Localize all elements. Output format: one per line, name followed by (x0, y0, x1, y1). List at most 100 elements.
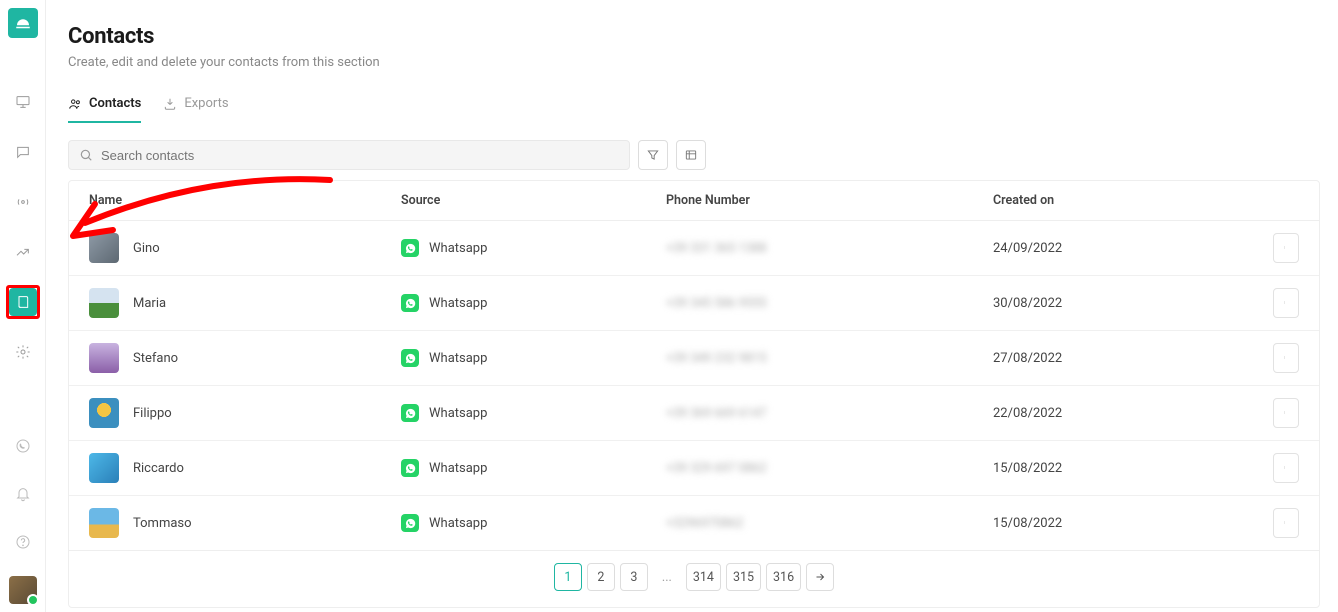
whatsapp-icon (401, 239, 419, 257)
cell-source: Whatsapp (401, 349, 666, 367)
nav-whatsapp[interactable] (9, 432, 37, 460)
row-actions-button[interactable] (1273, 453, 1299, 483)
help-icon (15, 534, 31, 550)
table-row[interactable]: Tommaso Whatsapp +3296970862 15/08/2022 (69, 496, 1319, 550)
search-input[interactable] (101, 148, 619, 163)
tab-exports[interactable]: Exports (163, 96, 228, 123)
table-row[interactable]: Filippo Whatsapp +39 369 669 6147 22/08/… (69, 386, 1319, 441)
table-row[interactable]: Riccardo Whatsapp +39 329 697 0862 15/08… (69, 441, 1319, 496)
contact-name-text: Riccardo (133, 461, 184, 476)
tab-contacts[interactable]: Contacts (68, 96, 141, 123)
nav-broadcast[interactable] (9, 188, 37, 216)
broadcast-icon (15, 194, 31, 210)
cell-source: Whatsapp (401, 514, 666, 532)
page-315[interactable]: 315 (726, 563, 761, 591)
whatsapp-icon (401, 294, 419, 312)
contact-name-text: Filippo (133, 406, 172, 421)
source-label: Whatsapp (429, 351, 487, 366)
user-avatar[interactable] (9, 576, 37, 604)
page-ellipsis: ... (653, 563, 681, 591)
bell-icon (15, 486, 31, 502)
row-actions-button[interactable] (1273, 288, 1299, 318)
contact-avatar (89, 398, 119, 428)
nav-growth[interactable] (9, 238, 37, 266)
cell-created: 15/08/2022 (993, 516, 1259, 531)
page-314[interactable]: 314 (686, 563, 721, 591)
trend-icon (15, 244, 31, 260)
source-label: Whatsapp (429, 516, 487, 531)
contact-name-text: Maria (133, 296, 166, 311)
row-actions-button[interactable] (1273, 233, 1299, 263)
source-label: Whatsapp (429, 461, 487, 476)
dots-vertical-icon (1284, 350, 1288, 366)
cell-phone: +39 331 365 1388 (666, 241, 993, 256)
dots-vertical-icon (1284, 240, 1288, 256)
contact-name-text: Stefano (133, 351, 178, 366)
sidebar (0, 0, 46, 612)
table-row[interactable]: Maria Whatsapp +39 345 586 9555 30/08/20… (69, 276, 1319, 331)
cell-phone: +39 345 586 9555 (666, 296, 993, 311)
cell-name: Tommaso (89, 508, 401, 538)
page-2[interactable]: 2 (587, 563, 615, 591)
gear-icon (15, 344, 31, 360)
search-icon (79, 148, 93, 162)
dots-vertical-icon (1284, 405, 1288, 421)
whatsapp-icon (401, 349, 419, 367)
contact-avatar (89, 288, 119, 318)
columns-button[interactable] (676, 140, 706, 170)
whatsapp-icon (15, 438, 31, 454)
source-label: Whatsapp (429, 406, 487, 421)
page-316[interactable]: 316 (766, 563, 801, 591)
search-box[interactable] (68, 140, 630, 170)
dots-vertical-icon (1284, 515, 1288, 531)
row-actions-button[interactable] (1273, 398, 1299, 428)
row-actions-button[interactable] (1273, 508, 1299, 538)
contact-avatar (89, 453, 119, 483)
table-row[interactable]: Stefano Whatsapp +39 349 232 9815 27/08/… (69, 331, 1319, 386)
people-icon (68, 97, 82, 111)
contact-avatar (89, 343, 119, 373)
nav-dashboard[interactable] (9, 88, 37, 116)
nav-contacts[interactable] (9, 288, 37, 316)
contacts-table: Name Source Phone Number Created on Gino… (68, 180, 1320, 608)
page-next[interactable] (806, 563, 834, 591)
cloche-icon (14, 14, 32, 32)
page-3[interactable]: 3 (620, 563, 648, 591)
monitor-icon (15, 94, 31, 110)
cell-created: 22/08/2022 (993, 406, 1259, 421)
table-body: Gino Whatsapp +39 331 365 1388 24/09/202… (69, 221, 1319, 550)
whatsapp-icon (401, 404, 419, 422)
chat-icon (15, 144, 31, 160)
cell-phone: +39 329 697 0862 (666, 461, 993, 476)
contact-avatar (89, 233, 119, 263)
app-logo[interactable] (8, 8, 38, 38)
nav-settings[interactable] (9, 338, 37, 366)
header-created: Created on (993, 193, 1259, 208)
page-subtitle: Create, edit and delete your contacts fr… (68, 55, 1320, 70)
dots-vertical-icon (1284, 460, 1288, 476)
cell-source: Whatsapp (401, 239, 666, 257)
filter-button[interactable] (638, 140, 668, 170)
tabs: Contacts Exports (68, 96, 1320, 124)
arrow-right-icon (814, 571, 826, 583)
whatsapp-icon (401, 459, 419, 477)
header-phone: Phone Number (666, 193, 993, 208)
cell-name: Stefano (89, 343, 401, 373)
filter-icon (646, 148, 660, 162)
cell-phone: +39 349 232 9815 (666, 351, 993, 366)
cell-name: Filippo (89, 398, 401, 428)
nav-notifications[interactable] (9, 480, 37, 508)
cell-name: Riccardo (89, 453, 401, 483)
table-row[interactable]: Gino Whatsapp +39 331 365 1388 24/09/202… (69, 221, 1319, 276)
header-name: Name (89, 193, 401, 208)
cell-phone: +39 369 669 6147 (666, 406, 993, 421)
row-actions-button[interactable] (1273, 343, 1299, 373)
nav-help[interactable] (9, 528, 37, 556)
cell-source: Whatsapp (401, 404, 666, 422)
pagination: 123...314315316 (69, 550, 1319, 607)
cell-created: 27/08/2022 (993, 351, 1259, 366)
page-1[interactable]: 1 (554, 563, 582, 591)
contact-avatar (89, 508, 119, 538)
tab-contacts-label: Contacts (89, 96, 141, 111)
nav-chat[interactable] (9, 138, 37, 166)
